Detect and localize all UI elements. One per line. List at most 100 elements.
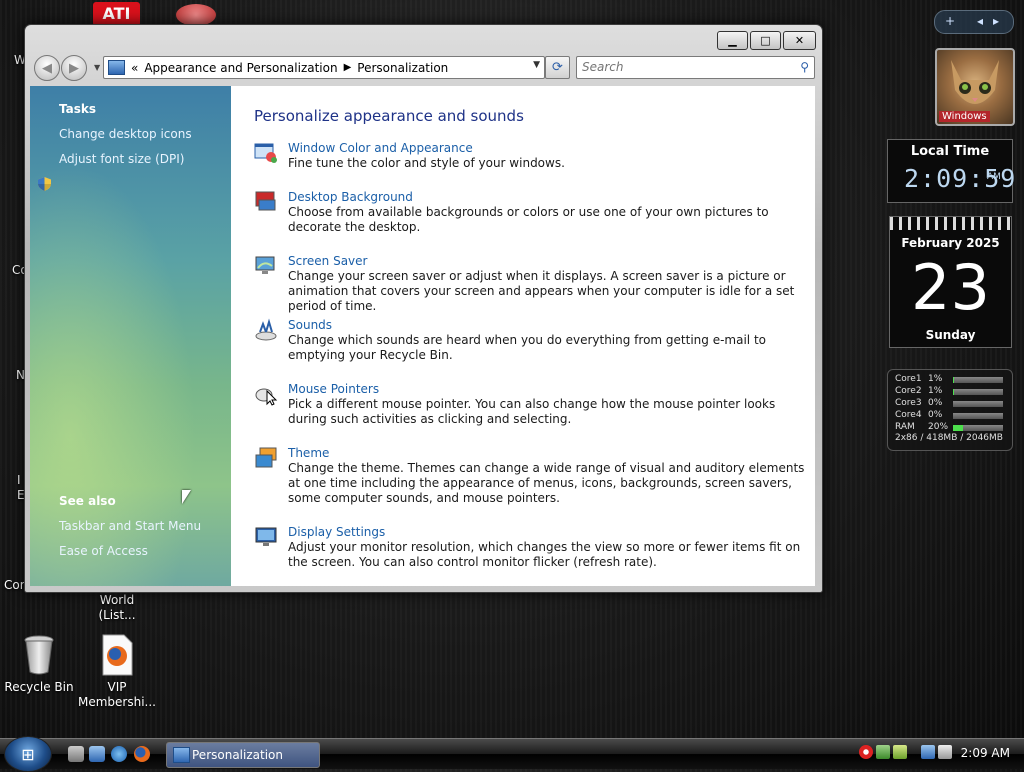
task-pane: Tasks Change desktop icons Adjust font s… [30,86,231,586]
windows-logo-icon: ⊞ [21,744,35,764]
clock-gadget[interactable]: Local Time 2:09:59 AM [887,139,1015,203]
network-status-icon[interactable] [893,745,907,759]
clock-ampm: AM [987,172,1001,182]
minimize-button[interactable]: ▁ [717,31,748,50]
desktop-clipped-label-4: I [17,473,21,487]
meter-bar [953,425,1003,431]
back-button[interactable]: ◀ [34,55,60,81]
search-input[interactable] [577,57,782,76]
desktop-icon-label: VIP Membershi... [78,680,156,709]
option-desktop-background: Desktop Background Choose from available… [254,190,809,235]
desktop-icon-label: Recycle Bin [4,680,74,694]
address-dropdown-icon[interactable]: ▼ [533,60,540,70]
notification-area: 2:09 AM [855,740,1024,768]
content-pane: Personalize appearance and sounds Window… [231,86,815,586]
theme-icon [255,447,277,468]
task-personalization[interactable]: Personalization [166,742,320,768]
mouse-pointers-link[interactable]: Mouse Pointers [288,382,379,396]
show-desktop-icon[interactable] [68,746,84,762]
desktop-clipped-label-6: Cor [4,578,25,592]
next-gadget-page-button[interactable]: ▸ [993,14,999,28]
option-description: Change your screen saver or adjust when … [288,269,795,313]
control-panel-icon [108,60,125,75]
option-display-settings: Display Settings Adjust your monitor res… [254,525,809,570]
refresh-button[interactable]: ⟳ [545,56,570,79]
taskbar-start-menu-link[interactable]: Taskbar and Start Menu [59,519,201,533]
switch-windows-icon[interactable] [89,746,105,762]
security-alert-icon[interactable] [859,745,873,759]
sounds-link[interactable]: Sounds [288,318,332,332]
desktop-background-link[interactable]: Desktop Background [288,190,413,204]
add-gadget-button[interactable]: + [945,14,955,28]
ease-of-access-link[interactable]: Ease of Access [59,544,148,558]
meter-bar [953,377,1003,383]
taskbar: ⊞ Personalization 2:09 AM [0,736,1024,772]
meter-footer: 2x86 / 418MB / 2046MB [895,433,1003,443]
search-icon[interactable]: ⚲ [800,60,809,74]
breadcrumb-appearance[interactable]: Appearance and Personalization [144,61,337,75]
search-box[interactable]: ⚲ [576,56,815,79]
screen-saver-link[interactable]: Screen Saver [288,254,367,268]
firefox-icon[interactable] [134,746,150,762]
personalization-window: ▁ □ ✕ ◀ ▶ ▼ « Appearance and Personaliza… [24,24,823,593]
minimize-icon: ▁ [728,34,737,47]
display-settings-link[interactable]: Display Settings [288,525,385,539]
recent-pages-dropdown[interactable]: ▼ [94,63,100,72]
option-window-color: Window Color and Appearance Fine tune th… [254,141,809,171]
calendar-day: 23 [911,251,990,324]
meter-label: Core2 [895,386,922,396]
meter-value: 20% [928,422,949,432]
breadcrumb-personalization[interactable]: Personalization [357,61,448,75]
volume-muted-icon[interactable] [938,745,952,759]
option-sounds: Sounds Change which sounds are heard whe… [254,318,809,363]
tasks-heading: Tasks [59,102,97,116]
breadcrumb-separator-icon[interactable]: ▶ [344,62,352,73]
meter-value: 0% [928,398,943,408]
control-panel-icon [173,747,190,763]
network-icon[interactable] [921,745,935,759]
address-bar[interactable]: « Appearance and Personalization ▶ Perso… [103,56,545,79]
change-desktop-icons-link[interactable]: Change desktop icons [59,127,192,141]
adjust-font-size-link[interactable]: Adjust font size (DPI) [59,152,184,166]
maximize-icon: □ [760,34,771,47]
display-settings-icon [255,527,277,546]
defender-icon[interactable] [876,745,890,759]
uac-shield-icon [38,177,51,191]
option-description: Change the theme. Themes can change a wi… [288,461,805,505]
desktop-icon-recycle-bin[interactable]: Recycle Bin [4,634,74,695]
close-button[interactable]: ✕ [783,31,816,50]
theme-link[interactable]: Theme [288,446,329,460]
calendar-gadget[interactable]: February 2025 23 Sunday [889,216,1012,348]
option-description: Pick a different mouse pointer. You can … [288,397,776,426]
maximize-button[interactable]: □ [750,31,781,50]
internet-explorer-icon[interactable] [111,746,127,762]
mouse-cursor-icon [182,490,191,504]
start-button[interactable]: ⊞ [4,736,52,772]
ati-icon[interactable]: ATI [93,2,140,26]
meter-label: RAM [895,422,915,432]
close-icon: ✕ [794,34,805,47]
desktop-background-icon [255,191,276,211]
option-mouse-pointers: Mouse Pointers Pick a different mouse po… [254,382,809,427]
forward-button[interactable]: ▶ [61,55,87,81]
meter-value: 1% [928,374,943,384]
taskbar-clock[interactable]: 2:09 AM [961,746,1010,760]
slideshow-gadget[interactable]: Windows [935,48,1015,126]
task-label: Personalization [192,748,283,762]
window-color-link[interactable]: Window Color and Appearance [288,141,473,155]
prev-gadget-page-button[interactable]: ◂ [977,14,983,28]
breadcrumb-root[interactable]: « [131,61,138,75]
cpu-meter-gadget[interactable]: Core1 1% Core2 1% Core3 0% Core4 0% RAM 20% 2… [887,369,1013,451]
see-also-heading: See also [59,494,116,508]
sounds-icon [255,318,277,341]
option-screen-saver: Screen Saver Change your screen saver or… [254,254,809,313]
desktop-icon-label: World (List... [98,593,136,622]
option-description: Change which sounds are heard when you d… [288,333,766,362]
meter-bar [953,413,1003,419]
window-color-icon [254,143,277,163]
desktop-icon-world[interactable]: World (List... [80,593,154,623]
partial-desktop-icon[interactable] [176,4,216,26]
screen-saver-icon [255,256,275,274]
desktop-icon-vip-membership[interactable]: VIP Membershi... [78,634,156,710]
calendar-month: February 2025 [901,236,1000,250]
